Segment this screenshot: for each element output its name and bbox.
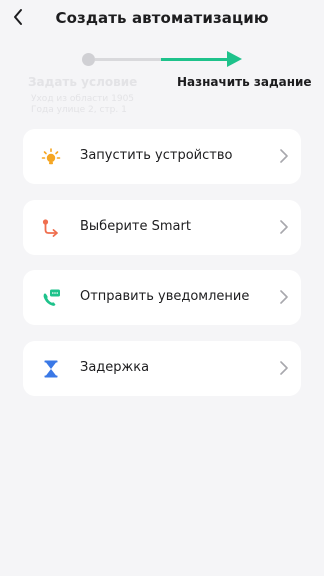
step1-dot	[82, 53, 95, 66]
step-arrow-icon	[227, 51, 242, 67]
phone-message-icon	[43, 289, 60, 306]
action-label: Выберите Smart	[80, 219, 191, 234]
step2-label: Назначить задание	[177, 75, 312, 89]
action-run-device[interactable]: Запустить устройство	[23, 129, 301, 184]
step-line-completed	[95, 58, 161, 61]
chevron-right-icon	[280, 149, 288, 163]
step1-detail-line2: Года улице 2, стр. 1	[31, 105, 127, 115]
action-select-smart[interactable]: Выберите Smart	[23, 200, 301, 255]
action-label: Задержка	[80, 360, 150, 375]
step1-detail-line1: Уход из области 1905	[31, 94, 135, 104]
chevron-right-icon	[280, 361, 288, 375]
step1-label: Задать условие	[28, 75, 138, 89]
action-label: Отправить уведомление	[80, 289, 250, 304]
page-title: Создать автоматизацию	[55, 9, 269, 27]
step-line-active	[161, 58, 229, 61]
action-send-notification[interactable]: Отправить уведомление	[23, 270, 301, 325]
route-icon	[42, 219, 58, 237]
lightbulb-icon	[41, 148, 61, 165]
action-label: Запустить устройство	[80, 148, 233, 163]
chevron-right-icon	[280, 290, 288, 304]
action-delay[interactable]: Задержка	[23, 341, 301, 396]
hourglass-icon	[44, 360, 58, 378]
header: Создать автоматизацию	[0, 0, 324, 36]
step-progress: Задать условие Уход из области 1905 Года…	[0, 48, 324, 118]
chevron-right-icon	[280, 220, 288, 234]
